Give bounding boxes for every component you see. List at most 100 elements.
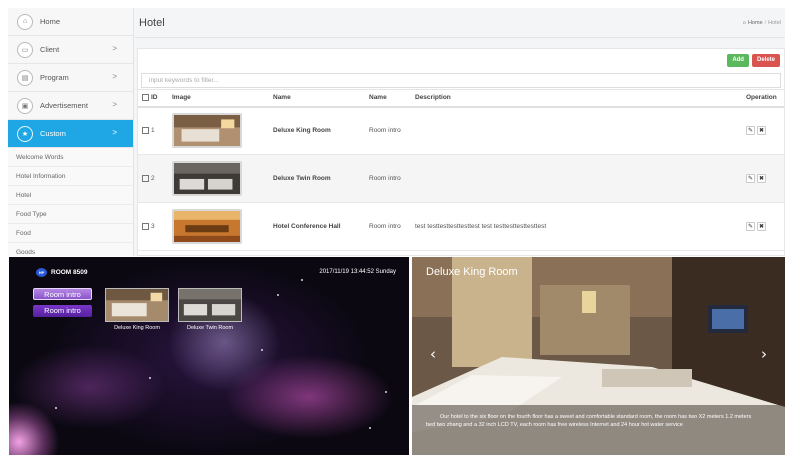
star-icon: ★ bbox=[17, 125, 33, 142]
row-type-cell: Room intro bbox=[365, 202, 411, 251]
column-header-id[interactable]: ID bbox=[138, 89, 168, 108]
row-image-cell bbox=[168, 106, 269, 155]
edit-icon[interactable]: ✎ bbox=[746, 126, 755, 136]
row-description-cell: test testtesttesttesttest test testtestt… bbox=[411, 202, 742, 251]
chevron-right-icon: > bbox=[112, 44, 117, 53]
sidebar-subitem-welcome-words[interactable]: Welcome Words bbox=[8, 148, 133, 167]
monitor-icon: ▭ bbox=[17, 41, 33, 58]
row-image-cell bbox=[168, 154, 269, 203]
star-sparkle bbox=[369, 427, 371, 429]
star-sparkle bbox=[55, 407, 57, 409]
page-title: Hotel bbox=[139, 16, 165, 29]
row-id-cell: 2 bbox=[138, 154, 168, 203]
room-card-caption: Deluxe King Room bbox=[114, 325, 160, 331]
page-header: Hotel ⌂ Home / Hotel bbox=[135, 8, 785, 38]
sidebar-item-label: Custom bbox=[40, 129, 66, 138]
tv-clock: 2017/11/19 13:44:52 Sunday bbox=[319, 269, 396, 275]
main-content: Hotel ⌂ Home / Hotel Add Delete input ke… bbox=[135, 8, 785, 256]
column-header-description: Description bbox=[411, 89, 742, 108]
screenshot-collage: ⌂ Home ▭ Client > ▤ Program > ▣ Advertis… bbox=[0, 0, 785, 462]
room-image bbox=[105, 288, 169, 322]
add-button[interactable]: Add bbox=[727, 53, 749, 67]
row-checkbox[interactable] bbox=[142, 174, 149, 182]
sidebar-item-custom[interactable]: ★ Custom > bbox=[8, 120, 133, 148]
row-operation-cell: ✎ ✖ bbox=[742, 202, 784, 251]
filter-input[interactable]: input keywords to filter... bbox=[141, 73, 781, 88]
row-description-cell bbox=[411, 154, 742, 203]
chevron-right-icon: > bbox=[112, 128, 117, 137]
table-row: 1 Deluxe King Room Room intro ✎ ✖ bbox=[138, 106, 784, 155]
hotel-table: ID Image Name Name Description Operation… bbox=[138, 89, 784, 251]
edit-icon[interactable]: ✎ bbox=[746, 174, 755, 183]
room-number: ROOM 8509 bbox=[51, 269, 88, 276]
image-icon: ▣ bbox=[17, 97, 33, 114]
room-intro-menu[interactable]: Room intro bbox=[33, 305, 92, 317]
sidebar-subitem-food[interactable]: Food bbox=[8, 224, 133, 243]
row-checkbox[interactable] bbox=[142, 222, 149, 230]
star-sparkle bbox=[149, 377, 151, 379]
edit-icon[interactable]: ✎ bbox=[746, 222, 755, 231]
row-operation-cell: ✎ ✖ bbox=[742, 154, 784, 203]
breadcrumb-separator: / bbox=[764, 19, 767, 26]
sidebar-subitem-goods[interactable]: Goods bbox=[8, 243, 133, 256]
star-sparkle bbox=[385, 391, 387, 393]
table-header-row: ID Image Name Name Description Operation bbox=[138, 89, 784, 108]
column-header-type: Name bbox=[365, 89, 411, 108]
room-card-twin[interactable]: Deluxe Twin Room bbox=[178, 288, 242, 331]
room-detail-screen: Deluxe King Room ‹ › Our hotel to the si… bbox=[412, 257, 785, 455]
room-detail-title: Deluxe King Room bbox=[426, 266, 518, 278]
room-card-caption: Deluxe Twin Room bbox=[186, 325, 234, 331]
hotel-list-card: Add Delete input keywords to filter... I… bbox=[137, 48, 785, 256]
sidebar-item-label: Home bbox=[40, 17, 61, 26]
room-card-king[interactable]: Deluxe King Room bbox=[105, 288, 169, 331]
breadcrumb: ⌂ Home / Hotel bbox=[743, 20, 781, 26]
toolbar: Add Delete bbox=[138, 49, 784, 71]
sidebar-subitem-hotel[interactable]: Hotel bbox=[8, 186, 133, 205]
close-icon[interactable]: ✖ bbox=[757, 174, 766, 183]
tv-screen: HP ROOM 8509 2017/11/19 13:44:52 Sunday … bbox=[9, 257, 409, 455]
select-all-checkbox[interactable] bbox=[142, 94, 149, 102]
row-id-cell: 1 bbox=[138, 106, 168, 155]
row-type-cell: Room intro bbox=[365, 154, 411, 203]
sidebar-subitem-hotel-information[interactable]: Hotel Information bbox=[8, 167, 133, 186]
column-header-operation: Operation bbox=[742, 89, 784, 108]
hotel-logo: HP bbox=[36, 268, 47, 277]
sidebar-item-label: Advertisement bbox=[40, 101, 88, 110]
sidebar-item-home[interactable]: ⌂ Home bbox=[8, 8, 133, 36]
home-icon: ⌂ bbox=[742, 19, 746, 26]
room-description: Our hotel to the six floor on the fourth… bbox=[426, 414, 752, 428]
table-row: 3 Hotel Conference Hall Room intro test … bbox=[138, 202, 784, 251]
row-name-cell: Deluxe Twin Room bbox=[269, 154, 365, 203]
sidebar-item-advertisement[interactable]: ▣ Advertisement > bbox=[8, 92, 133, 120]
row-description-cell bbox=[411, 106, 742, 155]
row-id-cell: 3 bbox=[138, 202, 168, 251]
chevron-right-icon: > bbox=[112, 72, 117, 81]
star-sparkle bbox=[301, 279, 303, 281]
home-icon: ⌂ bbox=[17, 13, 33, 30]
description-panel: Our hotel to the six floor on the fourth… bbox=[412, 405, 785, 455]
sidebar-item-label: Client bbox=[40, 45, 60, 54]
row-type-cell: Room intro bbox=[365, 106, 411, 155]
sidebar-item-client[interactable]: ▭ Client > bbox=[8, 36, 133, 64]
room-thumbnail bbox=[172, 161, 242, 196]
delete-button[interactable]: Delete bbox=[751, 53, 780, 67]
chevron-left-icon[interactable]: ‹ bbox=[430, 345, 436, 363]
close-icon[interactable]: ✖ bbox=[757, 222, 766, 231]
room-image bbox=[178, 288, 242, 322]
breadcrumb-home-link[interactable]: Home bbox=[748, 20, 763, 26]
row-checkbox[interactable] bbox=[142, 127, 149, 135]
row-name-cell: Deluxe King Room bbox=[269, 106, 365, 155]
sidebar-item-program[interactable]: ▤ Program > bbox=[8, 64, 133, 92]
table-row: 2 Deluxe Twin Room Room intro ✎ ✖ bbox=[138, 154, 784, 203]
breadcrumb-current: Hotel bbox=[768, 19, 781, 26]
room-thumbnail bbox=[172, 113, 242, 149]
close-icon[interactable]: ✖ bbox=[757, 126, 766, 136]
chevron-right-icon[interactable]: › bbox=[761, 345, 767, 363]
row-operation-cell: ✎ ✖ bbox=[742, 106, 784, 155]
sidebar-subitem-food-type[interactable]: Food Type bbox=[8, 205, 133, 224]
chevron-right-icon: > bbox=[112, 100, 117, 109]
row-name-cell: Hotel Conference Hall bbox=[269, 202, 365, 251]
room-intro-menu-selected[interactable]: Room intro bbox=[33, 288, 92, 300]
admin-panel: ⌂ Home ▭ Client > ▤ Program > ▣ Advertis… bbox=[8, 8, 785, 256]
column-header-image: Image bbox=[168, 89, 269, 108]
